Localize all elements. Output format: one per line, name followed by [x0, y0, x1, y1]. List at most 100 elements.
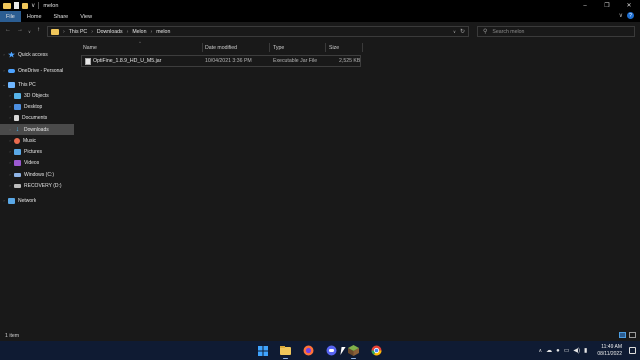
- search-placeholder: Search melon: [492, 28, 525, 35]
- column-header-name[interactable]: Name: [83, 42, 97, 53]
- close-button[interactable]: ✕: [618, 0, 640, 11]
- help-icon[interactable]: ?: [627, 12, 634, 19]
- chevron-right-icon[interactable]: ›: [0, 198, 8, 203]
- column-header-type[interactable]: Type: [273, 42, 284, 53]
- large-icons-view-icon[interactable]: [629, 332, 636, 338]
- tab-file[interactable]: File: [0, 11, 21, 22]
- breadcrumb-melon-parent[interactable]: Melon: [132, 29, 146, 35]
- search-box[interactable]: ⚲ Search melon: [477, 26, 635, 37]
- breadcrumb-separator[interactable]: ›: [63, 29, 65, 35]
- sidebar-item-recovery-d[interactable]: › RECOVERY (D:): [0, 180, 74, 191]
- column-header-date[interactable]: Date modified: [205, 42, 237, 53]
- sidebar-item-label: Network: [18, 197, 37, 204]
- chevron-right-icon[interactable]: ›: [0, 172, 14, 177]
- recent-locations-chevron-icon[interactable]: ∨: [28, 29, 31, 34]
- windows-start-icon[interactable]: [256, 344, 269, 357]
- navigation-pane: › Quick access › OneDrive - Personal ⌄ T…: [0, 40, 74, 330]
- title-bar: ∨ melon – ❐ ✕: [0, 0, 640, 11]
- column-divider[interactable]: [325, 43, 326, 52]
- sidebar-item-label: Desktop: [24, 103, 43, 110]
- sidebar-item-windows-c[interactable]: › Windows (C:): [0, 169, 74, 180]
- customize-toolbar-chevron-icon[interactable]: ∨: [31, 2, 35, 9]
- table-row[interactable]: OptiFine_1.8.9_HD_U_M5.jar 10/04/2021 3:…: [81, 55, 361, 67]
- column-header-size[interactable]: Size: [329, 42, 339, 53]
- sidebar-item-label: Documents: [22, 114, 48, 121]
- column-divider[interactable]: [362, 43, 363, 52]
- clock-time: 11:49 AM: [601, 343, 622, 350]
- minecraft-icon[interactable]: [347, 344, 360, 357]
- chevron-down-icon[interactable]: ⌄: [0, 82, 8, 87]
- address-bar[interactable]: › This PC › Downloads › Melon › melon ∨ …: [47, 26, 469, 37]
- sidebar-item-downloads[interactable]: › ↓ Downloads: [0, 124, 74, 135]
- sidebar-item-label: Music: [23, 137, 37, 144]
- search-icon: ⚲: [483, 29, 488, 35]
- forward-arrow-icon[interactable]: →: [17, 27, 23, 33]
- tab-share[interactable]: Share: [48, 11, 75, 22]
- chrome-icon[interactable]: [370, 344, 383, 357]
- column-divider[interactable]: [269, 43, 270, 52]
- tab-view[interactable]: View: [74, 11, 98, 22]
- folder-icon: [3, 2, 11, 9]
- breadcrumb-melon[interactable]: melon: [156, 29, 170, 35]
- cloud-icon[interactable]: ☁: [546, 347, 552, 354]
- sidebar-item-this-pc[interactable]: ⌄ This PC: [0, 79, 74, 90]
- chevron-right-icon[interactable]: ›: [0, 52, 8, 57]
- expand-ribbon-icon[interactable]: ∨: [619, 12, 623, 19]
- item-count: 1 item: [5, 332, 20, 339]
- window-title: melon: [43, 2, 59, 9]
- details-view-icon[interactable]: [619, 332, 626, 338]
- chevron-right-icon[interactable]: ›: [0, 68, 8, 73]
- chevron-right-icon[interactable]: ›: [0, 93, 14, 98]
- sidebar-item-3d-objects[interactable]: › 3D Objects: [0, 90, 74, 101]
- battery-icon[interactable]: ▮: [584, 347, 587, 354]
- network-icon[interactable]: ▭: [564, 347, 570, 354]
- chevron-right-icon[interactable]: ›: [0, 149, 14, 154]
- download-icon: ↓: [15, 125, 20, 133]
- sidebar-item-onedrive[interactable]: › OneDrive - Personal: [0, 65, 74, 76]
- breadcrumb-downloads[interactable]: Downloads: [97, 29, 123, 35]
- sidebar-item-pictures[interactable]: › Pictures: [0, 146, 74, 157]
- refresh-icon[interactable]: ↻: [460, 28, 465, 35]
- tab-home[interactable]: Home: [21, 11, 48, 22]
- discord-icon[interactable]: [325, 344, 338, 357]
- notifications-icon[interactable]: [629, 347, 636, 354]
- chevron-right-icon[interactable]: ›: [0, 138, 14, 143]
- restore-button[interactable]: ❐: [596, 0, 618, 11]
- sidebar-item-label: OneDrive - Personal: [18, 67, 64, 74]
- microphone-icon[interactable]: ●: [556, 348, 560, 354]
- new-folder-icon[interactable]: [22, 2, 28, 9]
- breadcrumb-separator[interactable]: ›: [150, 29, 152, 35]
- sidebar-item-label: This PC: [18, 81, 36, 88]
- file-list-pane: ^ Name Date modified Type Size OptiFine_…: [75, 40, 640, 330]
- breadcrumb-separator[interactable]: ›: [127, 29, 129, 35]
- sidebar-item-documents[interactable]: › Documents: [0, 112, 74, 123]
- address-dropdown-chevron-icon[interactable]: ∨: [453, 29, 456, 35]
- sidebar-item-music[interactable]: › Music: [0, 135, 74, 146]
- file-explorer-icon[interactable]: [279, 344, 292, 357]
- clock[interactable]: 11:49 AM 08/11/2022: [597, 344, 622, 358]
- sidebar-item-label: Windows (C:): [24, 171, 55, 178]
- volume-icon[interactable]: ◀): [573, 347, 580, 354]
- properties-icon[interactable]: [14, 2, 19, 9]
- up-arrow-icon[interactable]: ↑: [37, 27, 40, 33]
- sidebar-item-network[interactable]: › Network: [0, 195, 74, 206]
- sort-ascending-icon: ^: [139, 40, 141, 45]
- minimize-button[interactable]: –: [574, 0, 596, 11]
- chevron-right-icon[interactable]: ›: [0, 127, 14, 132]
- chevron-right-icon[interactable]: ›: [0, 183, 14, 188]
- desktop-icon: [14, 103, 21, 110]
- music-icon: [14, 137, 20, 144]
- chevron-right-icon[interactable]: ›: [0, 160, 14, 165]
- firefox-icon[interactable]: [302, 344, 315, 357]
- sidebar-item-quick-access[interactable]: › Quick access: [0, 49, 74, 60]
- sidebar-item-videos[interactable]: › Videos: [0, 157, 74, 168]
- breadcrumb-this-pc[interactable]: This PC: [69, 29, 87, 35]
- back-arrow-icon[interactable]: ←: [5, 27, 11, 33]
- column-divider[interactable]: [202, 43, 203, 52]
- chevron-up-icon[interactable]: ∧: [538, 348, 542, 354]
- chevron-right-icon[interactable]: ›: [0, 115, 14, 120]
- sidebar-item-desktop[interactable]: › Desktop: [0, 101, 74, 112]
- sidebar-item-label: Pictures: [24, 148, 43, 155]
- chevron-right-icon[interactable]: ›: [0, 104, 14, 109]
- breadcrumb-separator[interactable]: ›: [91, 29, 93, 35]
